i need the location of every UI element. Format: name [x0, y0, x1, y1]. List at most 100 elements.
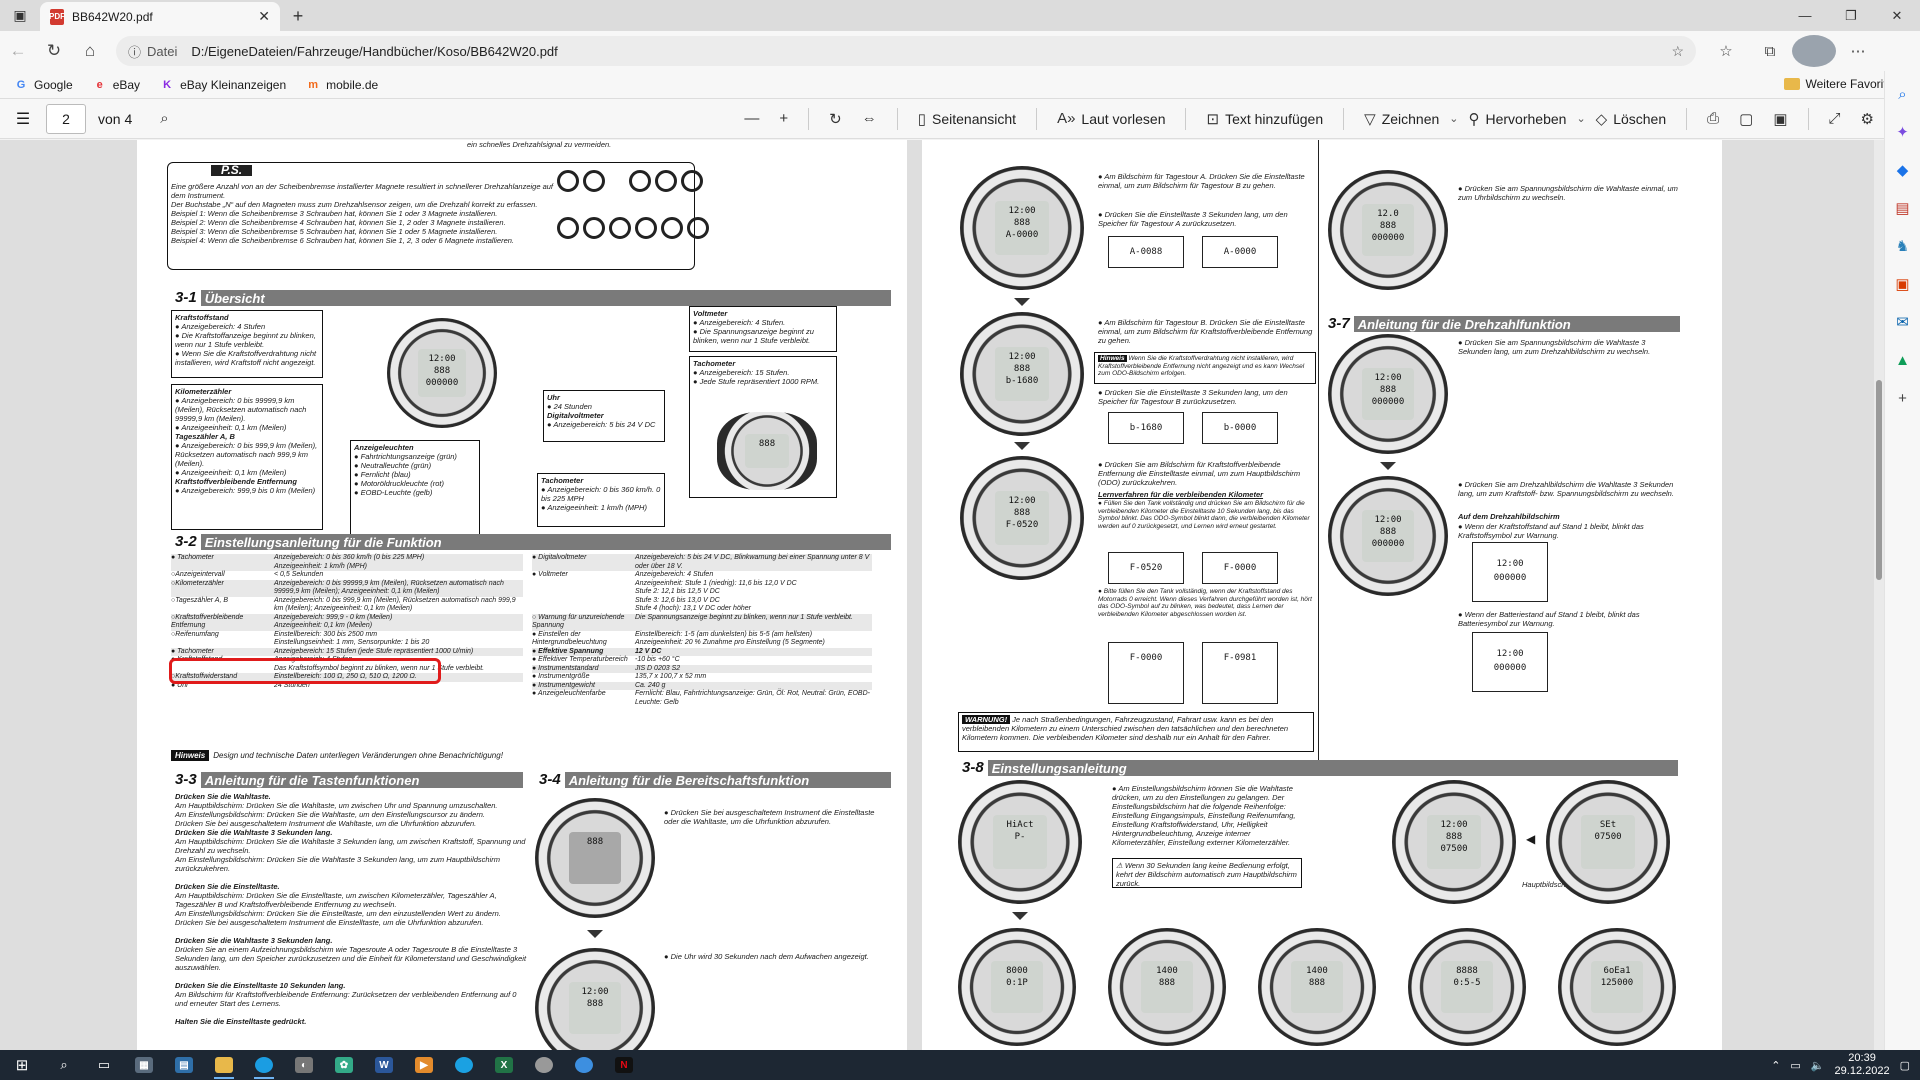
gauge-lcd: SEt 07500	[1580, 814, 1636, 870]
favorite-ebay-kleinanzeigen[interactable]: K eBay Kleinanzeigen	[160, 78, 286, 92]
save-button[interactable]: ▢	[1729, 110, 1763, 128]
url-text[interactable]: D:/EigeneDateien/Fahrzeuge/Handbücher/Ko…	[191, 44, 1671, 59]
page-view-button[interactable]: ▯ Seitenansicht	[908, 110, 1026, 128]
warning-text: Je nach Straßenbedingungen, Fahrzeugzust…	[962, 715, 1289, 742]
drop-icon[interactable]: ▲	[1892, 349, 1914, 371]
notifications-icon[interactable]: ▢	[1900, 1059, 1910, 1072]
volume-icon[interactable]: 🔈	[1811, 1059, 1825, 1072]
erase-button[interactable]: ◇ Löschen	[1586, 110, 1676, 128]
new-tab-button[interactable]: +	[280, 2, 316, 31]
copilot-icon[interactable]: ✦	[1892, 121, 1914, 143]
erase-label: Löschen	[1613, 110, 1667, 127]
draw-options-chevron-icon[interactable]: ⌄	[1449, 112, 1458, 125]
back-button[interactable]: ←	[0, 35, 36, 67]
close-tab-icon[interactable]: ✕	[258, 8, 270, 25]
favorite-ebay[interactable]: e eBay	[93, 78, 140, 92]
app-icon-1[interactable]: ▦	[124, 1050, 164, 1080]
word-icon[interactable]: W	[364, 1050, 404, 1080]
section-title: Einstellungsanleitung für die Funktion	[204, 534, 442, 550]
shopping-icon[interactable]: ◆	[1892, 159, 1914, 181]
mobile-de-icon: m	[308, 78, 319, 91]
add-text-label: Text hinzufügen	[1225, 110, 1324, 127]
url-field[interactable]: ⓘ Datei D:/EigeneDateien/Fahrzeuge/Handb…	[116, 36, 1696, 66]
close-window-icon[interactable]: ✕	[1874, 0, 1920, 31]
search-icon[interactable]: ⌕	[44, 1050, 84, 1080]
rotate-button[interactable]: ↻	[819, 110, 852, 128]
app-icon-4[interactable]: ✿	[324, 1050, 364, 1080]
fullscreen-button[interactable]: ⤢	[1819, 110, 1851, 127]
clock[interactable]: 20:39 29.12.2022	[1835, 1052, 1890, 1078]
search-icon[interactable]: ⌕	[1892, 83, 1914, 105]
gauge-lcd: 1400 888	[1141, 961, 1193, 1013]
zoom-out-button[interactable]: —	[734, 110, 769, 127]
arrow-down-icon	[1014, 298, 1030, 306]
print-button[interactable]: ⎙	[1697, 110, 1729, 127]
app-icon-2[interactable]: ▤	[164, 1050, 204, 1080]
spec-row: ● Tachometer Anzeigebereich: 0 bis 360 km…	[171, 554, 523, 571]
browser-tab[interactable]: PDF BB642W20.pdf ✕	[40, 2, 280, 31]
settings-gear-icon[interactable]: ⚙	[1851, 110, 1884, 128]
highlight-button[interactable]: ⚲ Hervorheben	[1459, 110, 1577, 128]
section-title: Einstellungsanleitung	[991, 760, 1127, 776]
page-number-input[interactable]: 2	[46, 103, 86, 134]
window-menu-icon[interactable]: ▣	[0, 0, 40, 31]
home-button[interactable]: ⌂	[72, 35, 108, 67]
task-view-icon[interactable]: ▭	[84, 1050, 124, 1080]
profile-avatar[interactable]	[1792, 35, 1836, 67]
other-favorites-folder[interactable]: Weitere Favoriten	[1783, 77, 1900, 91]
zoom-in-button[interactable]: +	[769, 110, 798, 127]
trip-b-text-2: ● Drücken Sie die Einstelltaste 3 Sekund…	[1098, 388, 1288, 406]
info-icon[interactable]: ⓘ	[128, 42, 141, 61]
scrollbar-thumb[interactable]	[1876, 380, 1882, 580]
favorites-icon[interactable]: ☆	[1704, 35, 1748, 67]
outlook-icon[interactable]: ✉	[1892, 311, 1914, 333]
office-icon[interactable]: ▣	[1892, 273, 1914, 295]
more-menu-icon[interactable]: ⋯	[1836, 35, 1880, 67]
highlight-options-chevron-icon[interactable]: ⌄	[1576, 112, 1585, 125]
read-aloud-button[interactable]: A» Laut vorlesen	[1047, 110, 1175, 127]
network-icon[interactable]: ▭	[1790, 1059, 1800, 1072]
favorite-label: eBay	[112, 77, 141, 92]
collections-icon[interactable]: ⧉	[1748, 35, 1792, 67]
section-title: Übersicht	[204, 290, 265, 306]
media-player-icon[interactable]: ▶	[404, 1050, 444, 1080]
app-icon-5[interactable]	[444, 1050, 484, 1080]
add-text-button[interactable]: ⊡ Text hinzufügen	[1196, 110, 1333, 128]
start-button[interactable]: ⊞	[0, 1050, 44, 1080]
column-divider	[1318, 140, 1319, 760]
fit-page-button[interactable]: ⇔	[852, 110, 887, 127]
gauge-overview: 12:00 888 000000	[387, 318, 497, 428]
gauge-lcd: 12:00 888	[568, 981, 622, 1035]
gauge-setting-row-1: 8000 0:1P	[958, 928, 1076, 1046]
gauge-main-screen: 12:00 888 07500	[1392, 780, 1516, 904]
games-icon[interactable]: ♞	[1892, 235, 1914, 257]
add-icon[interactable]: +	[1892, 387, 1914, 409]
netflix-icon[interactable]: N	[604, 1050, 644, 1080]
restore-icon[interactable]: ❐	[1828, 0, 1874, 31]
app-icon-6[interactable]	[524, 1050, 564, 1080]
pdf-viewer[interactable]: ein schnelles Drehzahlsignal zu vermeide…	[0, 140, 1884, 1050]
refresh-button[interactable]: ↻	[36, 35, 72, 67]
pdf-scrollbar[interactable]	[1874, 140, 1884, 1050]
system-tray: ⌃ ▭ 🔈 20:39 29.12.2022 ▢	[1771, 1050, 1910, 1080]
rpm-text-4: ● Wenn der Batteriestand auf Stand 1 ble…	[1458, 610, 1640, 628]
excel-icon[interactable]: X	[484, 1050, 524, 1080]
favorite-google[interactable]: G Google	[14, 78, 73, 92]
section-title: Anleitung für die Bereitschaftsfunktion	[568, 772, 810, 788]
app-icon-7[interactable]	[564, 1050, 604, 1080]
add-favorite-icon[interactable]: ☆	[1671, 43, 1684, 60]
draw-button[interactable]: ▽ Zeichnen	[1354, 110, 1449, 128]
find-icon[interactable]: ⌕	[150, 110, 178, 127]
app-icon-3[interactable]: ◐	[284, 1050, 324, 1080]
kleinanzeigen-icon: K	[163, 78, 172, 91]
tools-icon[interactable]: ▤	[1892, 197, 1914, 219]
edge-browser-icon[interactable]	[244, 1050, 284, 1080]
file-explorer-icon[interactable]	[204, 1050, 244, 1080]
save-as-button[interactable]: ▣	[1763, 110, 1797, 128]
contents-icon[interactable]: ☰	[0, 109, 46, 129]
minimize-icon[interactable]: —	[1782, 0, 1828, 31]
gauge-lcd: 12:00 888 07500	[1426, 814, 1482, 870]
favorite-mobile-de[interactable]: m mobile.de	[306, 78, 378, 92]
highlight-annotation[interactable]	[169, 658, 441, 684]
tray-chevron-icon[interactable]: ⌃	[1771, 1059, 1780, 1072]
